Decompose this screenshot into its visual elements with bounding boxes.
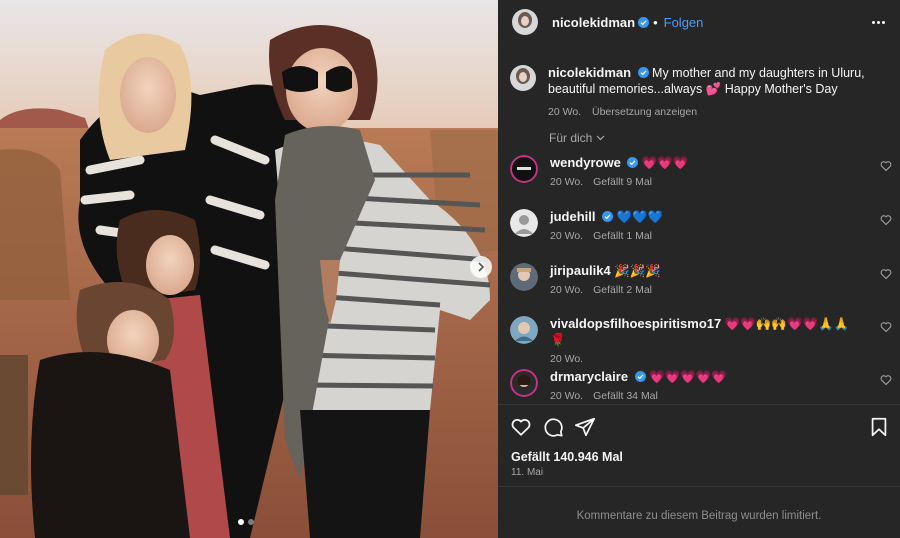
more-options-icon[interactable] [868,12,888,32]
girl-face [146,235,194,295]
divider [498,404,900,405]
avatar-image [510,209,538,237]
shrubs [0,149,70,300]
photo-scene [0,0,498,538]
next-photo-button[interactable] [470,256,492,278]
commenter-avatar[interactable] [510,263,538,291]
commenter-avatar[interactable] [510,369,538,397]
comment-text: 🎉🎉🎉 [614,263,661,278]
likes-count[interactable]: Gefällt 140.946 Mal [511,450,623,464]
nicole-face [120,57,176,133]
comment-filter[interactable]: Für dich [549,131,605,145]
verified-badge-icon [637,67,649,78]
caption-meta: 20 Wo. Übersetzung anzeigen [548,104,878,120]
caption-emoji: 💕 [705,81,722,96]
carousel-dot-active [238,519,244,525]
avatar-image [510,263,538,291]
translate-link[interactable]: Übersetzung anzeigen [592,106,697,118]
chevron-right-icon [478,262,485,272]
comment-age: 20 Wo. [550,284,584,296]
comment-username[interactable]: jiripaulik4 [550,263,611,278]
verified-badge-icon [634,371,646,382]
comment-likes[interactable]: Gefällt 1 Mal [593,230,652,242]
heart-icon[interactable] [880,214,892,226]
avatar-image [510,316,538,344]
comment-likes[interactable]: Gefällt 9 Mal [593,176,652,188]
heart-icon[interactable] [880,160,892,172]
heart-icon[interactable] [880,268,892,280]
divider [498,486,900,487]
toddler-coat [31,352,190,538]
heart-icon[interactable] [510,416,532,438]
comment-item: vivaldopsfilhoespiritismo17 💗💗🙌🙌💗💗🙏🙏🌹 20… [510,316,892,365]
caption-avatar[interactable] [510,65,536,91]
caption-text-end: Happy Mother's Day [724,82,838,96]
comment-item: wendyrowe 💗💗💗 20 Wo. Gefällt 9 Mal [510,155,892,195]
avatar-image [510,155,538,183]
caption-username[interactable]: nicolekidman [548,65,631,80]
comment-likes[interactable]: Gefällt 34 Mal [593,390,658,402]
instagram-post: nicolekidman • Folgen nicolekidman My mo… [0,0,900,538]
action-bar [510,416,890,440]
commenter-avatar[interactable] [510,316,538,344]
separator-dot: • [653,14,658,30]
black-pants [300,410,430,538]
comment-username[interactable]: wendyrowe [550,155,621,170]
post-date[interactable]: 11. Mai [511,467,543,478]
verified-badge-icon [601,211,613,222]
comment-item: jiripaulik4 🎉🎉🎉 20 Wo. Gefällt 2 Mal [510,263,892,303]
commenter-avatar[interactable] [510,155,538,183]
comment-username[interactable]: drmaryclaire [550,369,628,384]
comment-username[interactable]: judehill [550,209,596,224]
heart-icon[interactable] [880,374,892,386]
caption-body: nicolekidman My mother and my daughters … [548,65,878,120]
comment-age: 20 Wo. [550,230,584,242]
share-icon[interactable] [574,416,596,438]
comment-text: 💗💗💗💗💗 [649,369,727,384]
comments-limited-notice: Kommentare zu diesem Beitrag wurden limi… [576,510,822,522]
comment-age: 20 Wo. [550,176,584,188]
chevron-down-icon [596,135,605,141]
carousel-indicator [238,519,254,525]
post-caption: nicolekidman My mother and my daughters … [510,65,890,120]
comment-likes[interactable]: Gefällt 2 Mal [593,284,652,296]
caption-age: 20 Wo. [548,106,582,118]
for-you-label: Für dich [549,131,593,145]
avatar-image [510,65,536,91]
avatar-image [510,369,538,397]
comment-text: 💗💗💗 [641,155,689,170]
comment-username[interactable]: vivaldopsfilhoespiritismo17 [550,316,721,331]
author-username[interactable]: nicolekidman [552,15,635,30]
comment-item: judehill 💙💙💙 20 Wo. Gefällt 1 Mal [510,209,892,249]
author-avatar[interactable] [512,9,538,35]
comment-age: 20 Wo. [550,353,584,365]
comment-icon[interactable] [542,416,564,438]
comment-item: drmaryclaire 💗💗💗💗💗 20 Wo. Gefällt 34 Mal [510,369,892,409]
avatar-image [512,9,538,35]
follow-button[interactable]: Folgen [664,15,704,30]
wooden-post [0,355,28,495]
bookmark-icon[interactable] [868,416,890,438]
verified-badge-icon [627,157,639,168]
post-photo[interactable] [0,0,498,538]
heart-icon[interactable] [880,321,892,333]
verified-badge-icon [638,16,650,28]
comment-text: 💙💙💙 [616,209,664,224]
carousel-dot [248,519,254,525]
comment-age: 20 Wo. [550,390,584,402]
commenter-avatar[interactable] [510,209,538,237]
post-header: nicolekidman • Folgen [498,0,900,44]
